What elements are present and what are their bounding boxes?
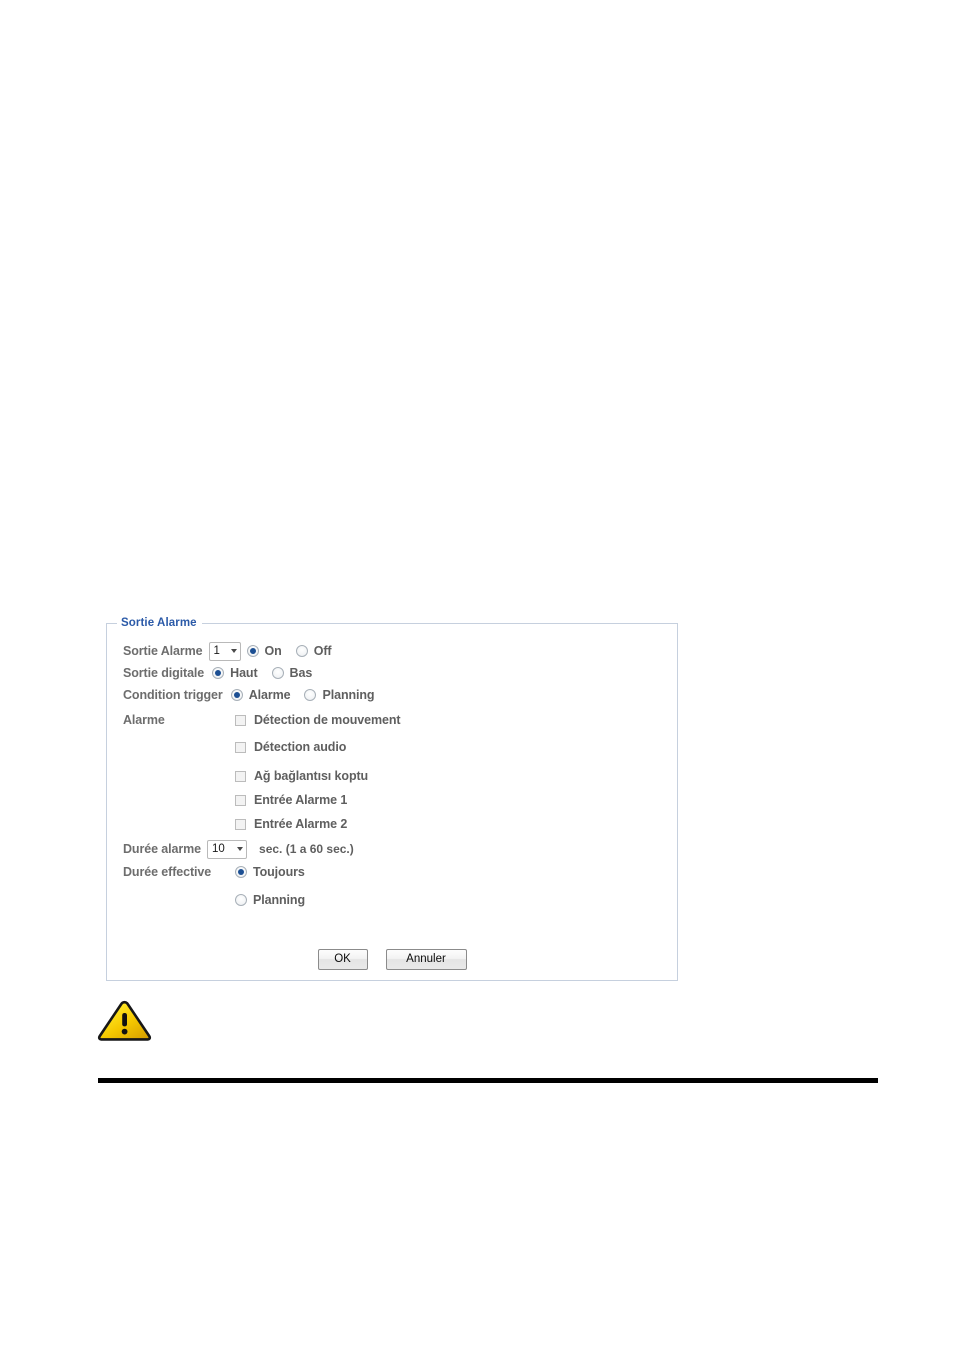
checkbox-motion-detection[interactable]	[235, 714, 246, 726]
row-alarm-input-2: Entrée Alarme 2	[107, 812, 677, 836]
panel-button-bar: OK Annuler	[107, 949, 677, 970]
radio-effective-always-label[interactable]: Toujours	[253, 865, 305, 879]
radio-trigger-alarm[interactable]	[230, 689, 243, 701]
alarm-output-on-option[interactable]: On	[246, 644, 282, 658]
radio-effective-schedule-label[interactable]: Planning	[253, 893, 305, 907]
ok-button[interactable]: OK	[317, 949, 368, 970]
digital-output-low-option[interactable]: Bas	[271, 666, 313, 680]
row-alarm-motion: Alarme Détection de mouvement	[107, 708, 677, 732]
row-alarm-output: Sortie Alarme 1 On Off	[107, 640, 677, 662]
checkbox-alarm-input-2-label[interactable]: Entrée Alarme 2	[254, 817, 347, 831]
document-page: Sortie Alarme Sortie Alarme 1 On Off Sor…	[0, 0, 954, 1350]
radio-effective-schedule[interactable]	[235, 894, 247, 906]
alarm-output-off-option[interactable]: Off	[295, 644, 332, 658]
alarm-output-panel: Sortie Alarme Sortie Alarme 1 On Off Sor…	[106, 616, 678, 981]
alarm-output-label: Sortie Alarme	[123, 644, 203, 658]
alarm-duration-select-value: 10	[212, 842, 225, 855]
chevron-down-icon	[230, 649, 237, 653]
radio-trigger-schedule-label[interactable]: Planning	[322, 688, 374, 702]
cancel-button[interactable]: Annuler	[385, 949, 467, 970]
alarm-duration-select[interactable]: 10	[207, 839, 248, 859]
radio-digital-output-high-label[interactable]: Haut	[230, 666, 257, 680]
effective-duration-label: Durée effective	[123, 865, 212, 879]
radio-alarm-output-on[interactable]	[246, 645, 259, 657]
row-alarm-duration: Durée alarme 10 sec. (1 a 60 sec.)	[107, 838, 677, 860]
digital-output-high-option[interactable]: Haut	[212, 666, 258, 680]
effective-duration-schedule-option[interactable]: Planning	[235, 893, 305, 907]
alarm-output-select-value: 1	[213, 644, 220, 657]
trigger-condition-schedule-option[interactable]: Planning	[304, 688, 375, 702]
digital-output-label: Sortie digitale	[123, 666, 205, 680]
row-alarm-audio: Détection audio	[107, 735, 677, 759]
checkbox-alarm-input-1-label[interactable]: Entrée Alarme 1	[254, 793, 347, 807]
checkbox-audio-detection-label[interactable]: Détection audio	[254, 740, 346, 754]
checkbox-alarm-input-1[interactable]	[235, 794, 246, 806]
footer-divider	[98, 1078, 878, 1083]
row-alarm-network-lost: Ağ bağlantısı koptu	[107, 764, 677, 788]
panel-body: Sortie Alarme 1 On Off Sortie digitale H…	[107, 624, 677, 980]
row-effective-duration-schedule: Planning	[107, 889, 677, 911]
checkbox-motion-detection-label[interactable]: Détection de mouvement	[254, 713, 401, 727]
alarm-duration-hint: sec. (1 a 60 sec.)	[259, 842, 354, 856]
radio-digital-output-high[interactable]	[212, 667, 225, 679]
radio-alarm-output-off[interactable]	[295, 645, 308, 657]
radio-effective-always[interactable]	[235, 866, 247, 878]
radio-trigger-schedule[interactable]	[304, 689, 317, 701]
alarm-duration-label: Durée alarme	[123, 842, 202, 856]
trigger-condition-alarm-option[interactable]: Alarme	[230, 688, 291, 702]
checkbox-network-disconnected[interactable]	[235, 770, 246, 782]
checkbox-audio-detection[interactable]	[235, 741, 246, 753]
warning-triangle-icon	[97, 1000, 152, 1041]
radio-digital-output-low-label[interactable]: Bas	[290, 666, 313, 680]
alarm-output-select[interactable]: 1	[208, 641, 241, 661]
alarm-group-label: Alarme	[123, 713, 165, 727]
row-trigger-condition: Condition trigger Alarme Planning	[107, 684, 677, 706]
chevron-down-icon	[237, 847, 244, 851]
radio-alarm-output-on-label[interactable]: On	[265, 644, 282, 658]
radio-alarm-output-off-label[interactable]: Off	[314, 644, 332, 658]
row-effective-duration: Durée effective Toujours	[107, 861, 677, 883]
effective-duration-always-option[interactable]: Toujours	[235, 865, 305, 879]
radio-trigger-alarm-label[interactable]: Alarme	[249, 688, 291, 702]
checkbox-network-disconnected-label[interactable]: Ağ bağlantısı koptu	[254, 769, 368, 783]
row-alarm-input-1: Entrée Alarme 1	[107, 788, 677, 812]
radio-digital-output-low[interactable]	[271, 667, 284, 679]
trigger-condition-label: Condition trigger	[123, 688, 223, 702]
row-digital-output: Sortie digitale Haut Bas	[107, 662, 677, 684]
checkbox-alarm-input-2[interactable]	[235, 818, 246, 830]
